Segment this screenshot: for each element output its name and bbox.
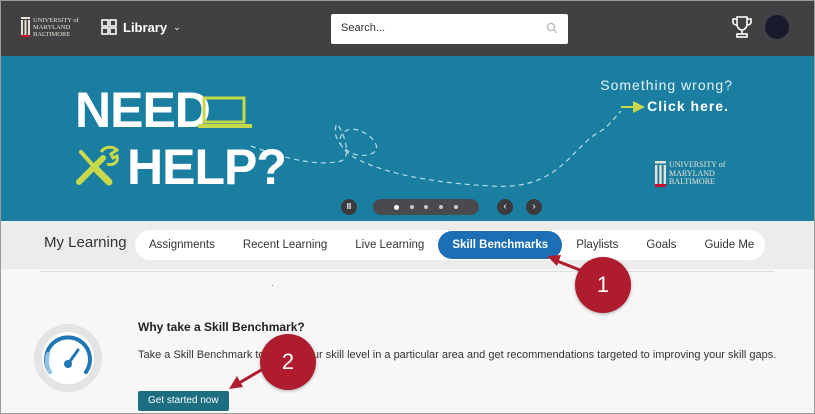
grid-icon	[101, 19, 117, 35]
click-here-link[interactable]: Click here.	[563, 98, 729, 114]
benchmark-description: Take a Skill Benchmark to gauge your ski…	[138, 349, 777, 361]
banner-logo-text: UNIVERSITY of MARYLAND BALTIMORE	[669, 160, 726, 186]
carousel-dot[interactable]	[454, 205, 459, 209]
search-placeholder: Search...	[341, 22, 386, 34]
callout-number-1: 1	[575, 257, 631, 313]
library-label: Library	[123, 19, 168, 35]
logo-mark-icon	[21, 17, 30, 37]
banner-university-logo: UNIVERSITY of MARYLAND BALTIMORE	[655, 159, 745, 191]
divider	[41, 271, 774, 272]
trophy-icon[interactable]	[731, 15, 753, 39]
my-learning-title: My Learning	[44, 234, 127, 251]
chevron-left-icon[interactable]: ‹	[497, 199, 513, 215]
carousel-dot[interactable]	[409, 205, 414, 209]
library-menu[interactable]: Library ⌄	[101, 19, 181, 35]
tab-guide-me[interactable]: Guide Me	[690, 230, 768, 260]
search-icon[interactable]	[546, 22, 558, 34]
help-text: HELP?	[127, 139, 287, 195]
carousel-dot[interactable]	[439, 205, 444, 209]
tab-recent-learning[interactable]: Recent Learning	[229, 230, 341, 260]
logo-text: UNIVERSITY of MARYLAND BALTIMORE	[33, 17, 79, 38]
carousel-dot[interactable]	[424, 205, 429, 209]
wrench-screwdriver-icon	[76, 145, 120, 186]
need-text: NEED	[75, 82, 211, 138]
chevron-down-icon: ⌄	[173, 21, 181, 32]
tab-skill-benchmarks[interactable]: Skill Benchmarks	[438, 231, 563, 259]
avatar[interactable]	[765, 15, 789, 39]
chevron-right-icon[interactable]: ›	[526, 199, 542, 215]
pause-button[interactable]: II	[341, 199, 357, 215]
top-bar: UNIVERSITY of MARYLAND BALTIMORE Library…	[1, 1, 814, 56]
university-logo[interactable]: UNIVERSITY of MARYLAND BALTIMORE	[21, 13, 83, 41]
callout-number-2: 2	[260, 334, 316, 390]
learning-tab-row: My Learning Assignments Recent Learning …	[1, 221, 814, 269]
benchmark-heading: Why take a Skill Benchmark?	[138, 320, 305, 334]
logo-mark-icon	[655, 161, 666, 187]
tab-assignments[interactable]: Assignments	[135, 230, 229, 260]
search-input[interactable]: Search...	[331, 14, 568, 44]
carousel-dot[interactable]	[393, 204, 399, 210]
gauge-graphic	[42, 332, 94, 384]
get-started-button[interactable]: Get started now	[138, 391, 229, 411]
tab-goals[interactable]: Goals	[632, 230, 690, 260]
tab-playlists[interactable]: Playlists	[562, 230, 632, 260]
help-banner[interactable]: NEED HELP? Something wrong? Click here.	[1, 56, 814, 221]
learning-tabs: Assignments Recent Learning Live Learnin…	[135, 230, 765, 260]
laptop-icon	[198, 96, 252, 128]
benchmark-panel	[1, 269, 814, 413]
page-frame: UNIVERSITY of MARYLAND BALTIMORE Library…	[0, 0, 815, 414]
something-wrong-text: Something wrong?	[600, 77, 733, 93]
divider	[272, 285, 273, 286]
tab-live-learning[interactable]: Live Learning	[341, 230, 438, 260]
carousel-indicators	[373, 199, 479, 215]
gauge-icon	[34, 324, 102, 392]
